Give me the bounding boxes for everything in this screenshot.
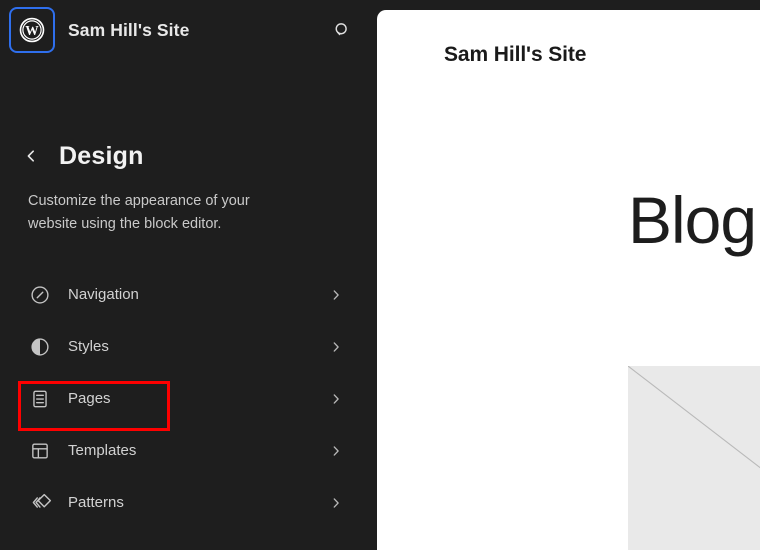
design-menu: Navigation Styles bbox=[0, 269, 377, 529]
patterns-diamond-icon bbox=[28, 491, 52, 515]
layout-template-icon bbox=[28, 439, 52, 463]
sidebar-item-label: Navigation bbox=[68, 286, 327, 303]
chevron-right-icon bbox=[327, 494, 345, 512]
image-placeholder-icon bbox=[628, 366, 760, 550]
site-editor-window: W Sam Hill's Site Design Customize the a… bbox=[0, 0, 760, 550]
sidebar-item-label: Pages bbox=[68, 390, 327, 407]
compass-icon bbox=[28, 283, 52, 307]
chevron-right-icon bbox=[327, 286, 345, 304]
preview-area: Sam Hill's Site Blog bbox=[377, 0, 760, 550]
site-preview-canvas[interactable]: Sam Hill's Site Blog bbox=[377, 10, 760, 550]
editor-sidebar: W Sam Hill's Site Design Customize the a… bbox=[0, 0, 377, 550]
svg-text:W: W bbox=[25, 23, 39, 38]
chevron-right-icon bbox=[327, 390, 345, 408]
site-title: Sam Hill's Site bbox=[68, 20, 325, 41]
sidebar-item-styles[interactable]: Styles bbox=[0, 321, 377, 373]
chevron-left-icon[interactable] bbox=[16, 141, 46, 171]
chevron-right-icon bbox=[327, 338, 345, 356]
search-icon[interactable] bbox=[325, 13, 359, 47]
chevron-right-icon bbox=[327, 442, 345, 460]
sidebar-item-templates[interactable]: Templates bbox=[0, 425, 377, 477]
wordpress-logo-icon[interactable]: W bbox=[13, 11, 51, 49]
sidebar-item-label: Templates bbox=[68, 442, 327, 459]
design-description: Customize the appearance of your website… bbox=[0, 184, 296, 237]
sidebar-item-navigation[interactable]: Navigation bbox=[0, 269, 377, 321]
design-section-header: Design bbox=[0, 128, 377, 184]
preview-site-title: Sam Hill's Site bbox=[444, 43, 586, 67]
page-document-icon bbox=[28, 387, 52, 411]
contrast-half-circle-icon bbox=[28, 335, 52, 359]
sidebar-item-label: Patterns bbox=[68, 494, 327, 511]
sidebar-header: W Sam Hill's Site bbox=[0, 0, 377, 60]
sidebar-item-patterns[interactable]: Patterns bbox=[0, 477, 377, 529]
sidebar-item-pages[interactable]: Pages bbox=[0, 373, 377, 425]
preview-page-heading: Blog bbox=[628, 187, 756, 253]
sidebar-item-label: Styles bbox=[68, 338, 327, 355]
page-title: Design bbox=[59, 142, 144, 171]
